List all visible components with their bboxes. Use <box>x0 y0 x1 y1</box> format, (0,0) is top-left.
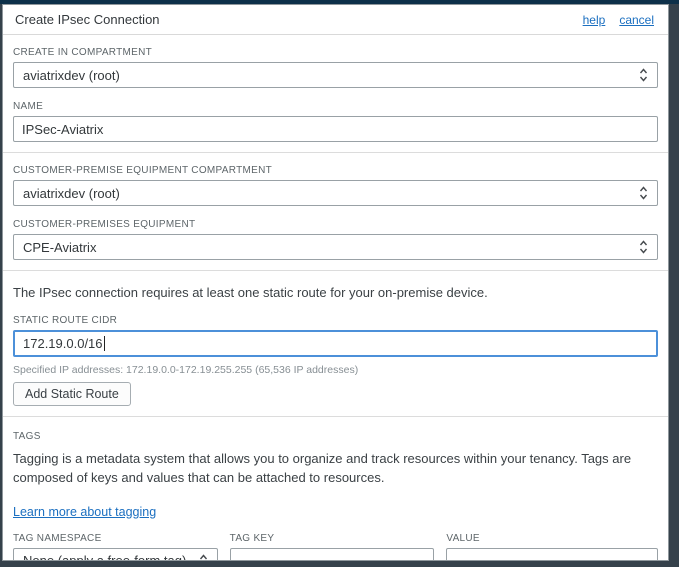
chevron-up-down-icon <box>199 553 208 560</box>
cidr-helper-text: Specified IP addresses: 172.19.0.0-172.1… <box>13 363 359 376</box>
static-route-cidr-label: STATIC ROUTE CIDR <box>13 314 118 326</box>
chevron-up-down-icon <box>639 186 648 200</box>
name-input[interactable] <box>13 116 658 142</box>
tag-namespace-select-value: None (apply a free-form tag) <box>23 553 186 560</box>
dialog-body: CREATE IN COMPARTMENT aviatrixdev (root)… <box>3 35 668 560</box>
section-tags: TAGS Tagging is a metadata system that a… <box>3 417 668 560</box>
chevron-up-down-icon <box>639 68 648 82</box>
name-label: NAME <box>13 101 44 112</box>
compartment-label: CREATE IN COMPARTMENT <box>13 47 153 58</box>
tag-namespace-select[interactable]: None (apply a free-form tag) <box>13 547 218 560</box>
tag-key-label: TAG KEY <box>229 532 275 544</box>
cpe-compartment-select-value: aviatrixdev (root) <box>23 185 120 201</box>
compartment-select-value: aviatrixdev (root) <box>23 67 120 83</box>
cpe-compartment-select[interactable]: aviatrixdev (root) <box>13 180 658 206</box>
cpe-compartment-label: CUSTOMER-PREMISE EQUIPMENT COMPARTMENT <box>13 165 273 176</box>
tag-row: TAG NAMESPACE None (apply a free-form ta… <box>13 525 658 560</box>
static-route-cidr-input[interactable]: 172.19.0.0/16 <box>13 329 658 357</box>
cpe-select[interactable]: CPE-Aviatrix <box>13 234 658 260</box>
compartment-select[interactable]: aviatrixdev (root) <box>13 62 658 88</box>
tags-label: TAGS <box>13 430 41 442</box>
learn-more-tagging-link[interactable]: Learn more about tagging <box>13 505 156 519</box>
tags-description: Tagging is a metadata system that allows… <box>13 450 632 485</box>
tag-value-label: VALUE <box>446 532 480 544</box>
static-route-intro: The IPsec connection requires at least o… <box>13 285 488 300</box>
header-links: help cancel <box>583 13 654 27</box>
tag-value-input[interactable] <box>446 547 658 560</box>
dialog-title: Create IPsec Connection <box>15 12 160 27</box>
static-route-cidr-value: 172.19.0.0/16 <box>23 335 103 351</box>
cpe-select-value: CPE-Aviatrix <box>23 239 97 255</box>
cancel-link[interactable]: cancel <box>619 13 654 27</box>
help-link[interactable]: help <box>583 13 606 27</box>
add-static-route-button[interactable]: Add Static Route <box>13 381 131 406</box>
section-static-route: The IPsec connection requires at least o… <box>3 271 668 417</box>
chevron-up-down-icon <box>639 240 648 254</box>
create-ipsec-connection-dialog: Create IPsec Connection help cancel CREA… <box>2 4 669 561</box>
section-general: CREATE IN COMPARTMENT aviatrixdev (root)… <box>3 35 668 153</box>
text-caret <box>103 335 105 351</box>
tag-namespace-label: TAG NAMESPACE <box>13 532 102 544</box>
section-cpe: CUSTOMER-PREMISE EQUIPMENT COMPARTMENT a… <box>3 153 668 271</box>
tag-key-input[interactable] <box>229 547 435 560</box>
cpe-label: CUSTOMER-PREMISES EQUIPMENT <box>13 219 196 230</box>
dialog-header: Create IPsec Connection help cancel <box>3 5 668 35</box>
